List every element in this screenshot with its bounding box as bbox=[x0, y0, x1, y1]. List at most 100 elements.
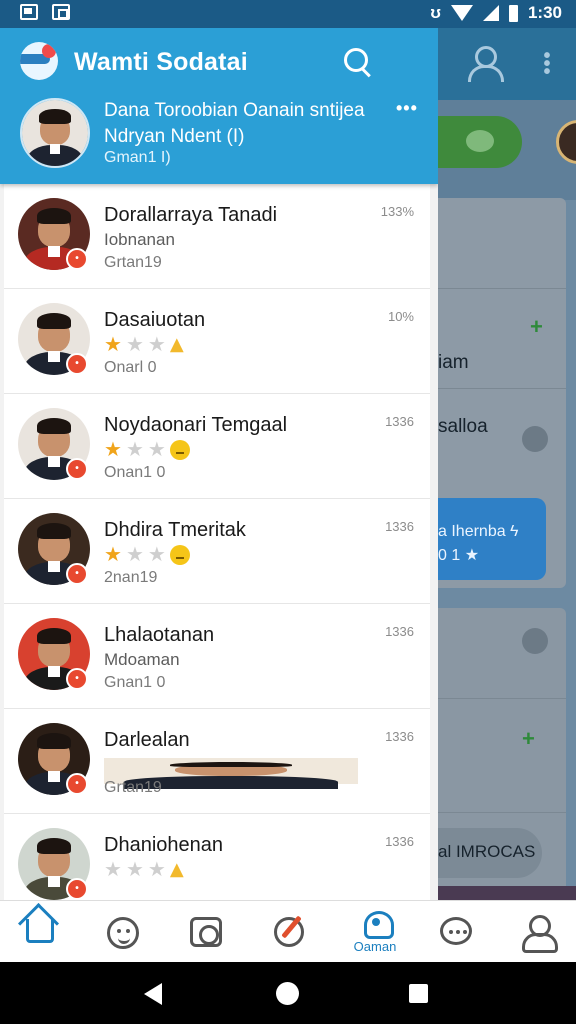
contact-row[interactable]: • Dasaiuotan 10% ★ ★ ★ ▲ Onarl 0 bbox=[4, 289, 430, 394]
star-empty-icon: ★ bbox=[125, 439, 144, 461]
add-icon[interactable]: + bbox=[522, 726, 535, 752]
overflow-menu-icon[interactable]: • • • bbox=[542, 46, 552, 82]
contact-name: Dasaiuotan bbox=[104, 309, 206, 331]
pen-icon bbox=[274, 917, 304, 947]
settings-icon[interactable] bbox=[522, 426, 548, 452]
contact-meta: 2nan19 bbox=[104, 569, 158, 586]
emoji-icon bbox=[169, 440, 190, 460]
star-empty-icon: ★ bbox=[147, 859, 166, 881]
contact-row[interactable]: • Dhaniohenan 1336 ★ ★ ★ ▲ bbox=[4, 814, 430, 900]
chat-pill-icon[interactable] bbox=[438, 116, 522, 168]
account-icon[interactable] bbox=[466, 46, 504, 82]
back-icon[interactable] bbox=[144, 983, 162, 1005]
contact-rating: ★ ★ ★ ▲ bbox=[104, 859, 184, 881]
star-empty-icon: ★ bbox=[104, 859, 122, 881]
screenshot-icon bbox=[52, 4, 70, 20]
contact-row[interactable]: • Noydaonari Temgaal 1336 ★ ★ ★ Onan1 0 bbox=[4, 394, 430, 499]
unread-badge: • bbox=[66, 878, 88, 900]
star-empty-icon: ★ bbox=[125, 859, 144, 881]
battery-icon bbox=[508, 4, 518, 22]
contact-time: 1336 bbox=[385, 729, 414, 744]
contact-name: Lhalaotanan bbox=[104, 624, 215, 646]
app-title: Wamti Sodatai bbox=[74, 48, 248, 76]
contact-meta: Onan1 0 bbox=[104, 464, 166, 481]
contact-meta: Onarl 0 bbox=[104, 359, 157, 376]
recent-apps-icon[interactable] bbox=[409, 984, 428, 1003]
settings-icon[interactable] bbox=[522, 628, 548, 654]
contact-rating: ★ ★ ★ bbox=[104, 545, 190, 565]
unread-badge: • bbox=[66, 248, 88, 270]
contact-name: Noydaonari Temgaal bbox=[104, 414, 288, 436]
nav-camera[interactable] bbox=[170, 901, 240, 963]
star-empty-icon: ★ bbox=[147, 544, 166, 566]
background-action-button[interactable]: a Ihernba ϟ 0 1 ★ bbox=[438, 498, 546, 580]
contact-time: 1336 bbox=[385, 414, 414, 429]
add-icon[interactable]: + bbox=[530, 314, 543, 340]
signal-icon bbox=[482, 5, 499, 21]
star-filled-icon: ★ bbox=[104, 544, 122, 566]
star-empty-icon: ★ bbox=[125, 544, 144, 566]
status-bar: ʊ 1:30 bbox=[0, 0, 576, 28]
navigation-drawer[interactable]: Wamti Sodatai Dana Toroobian Oanain snti… bbox=[0, 28, 438, 900]
profile-meta: Gman1 I) bbox=[104, 149, 171, 166]
contact-time: 1336 bbox=[385, 834, 414, 849]
bottom-navigation: Oaman bbox=[0, 900, 576, 962]
star-filled-icon: ★ bbox=[104, 439, 122, 461]
nav-chat[interactable] bbox=[420, 901, 490, 963]
sync-icon: ʊ bbox=[430, 3, 441, 22]
nav-profile[interactable] bbox=[500, 901, 570, 963]
camera-icon bbox=[190, 917, 222, 947]
bell-icon: ▲ bbox=[169, 859, 184, 880]
background-strip bbox=[438, 886, 576, 900]
nav-oman[interactable]: Oaman bbox=[340, 901, 410, 963]
contact-meta: Grtan19 bbox=[104, 779, 162, 796]
nav-pen[interactable] bbox=[254, 901, 324, 963]
profile-name: Dana Toroobian Oanain sntijea bbox=[104, 100, 365, 121]
status-time: 1:30 bbox=[527, 3, 562, 22]
app-logo-icon bbox=[20, 42, 58, 80]
background-button-line1: a Ihernba ϟ bbox=[438, 523, 519, 540]
bell-icon: ▲ bbox=[169, 334, 184, 355]
nav-smiley[interactable] bbox=[87, 901, 157, 963]
contact-meta: Gnan1 0 bbox=[104, 674, 166, 691]
background-chip[interactable]: al IMROCAS bbox=[438, 828, 542, 878]
background-app[interactable]: • • • + iam salloa a Ihernba ϟ 0 1 ★ + al … bbox=[438, 28, 576, 900]
contact-subtitle: Iobnanan bbox=[104, 230, 175, 249]
profile-subtitle: Ndryan Ndent (I) bbox=[104, 126, 245, 147]
home-button-icon[interactable] bbox=[276, 982, 299, 1005]
system-navigation-bar bbox=[0, 962, 576, 1024]
background-item-a: iam bbox=[438, 352, 469, 373]
contact-name: Dorallarraya Tanadi bbox=[104, 204, 278, 226]
contact-row[interactable]: • Lhalaotanan 1336 Mdoaman Gnan1 0 bbox=[4, 604, 430, 709]
contact-name: Dhaniohenan bbox=[104, 834, 223, 856]
user-icon bbox=[522, 915, 558, 953]
background-item-b: salloa bbox=[438, 416, 488, 437]
background-header: • • • bbox=[438, 28, 576, 100]
wifi-icon bbox=[450, 5, 473, 21]
star-empty-icon: ★ bbox=[125, 334, 144, 356]
oman-icon bbox=[364, 909, 394, 939]
contact-name: Darlealan bbox=[104, 729, 190, 751]
contact-time: 1336 bbox=[385, 519, 414, 534]
star-filled-icon: ★ bbox=[104, 334, 122, 356]
contact-subtitle: Mdoaman bbox=[104, 650, 180, 669]
unread-badge: • bbox=[66, 773, 88, 795]
unread-badge: • bbox=[66, 563, 88, 585]
unread-badge: • bbox=[66, 668, 88, 690]
nav-oman-label: Oaman bbox=[353, 939, 397, 954]
contact-name: Dhdira Tmeritak bbox=[104, 519, 246, 541]
mini-avatar bbox=[104, 758, 359, 789]
star-empty-icon: ★ bbox=[147, 439, 166, 461]
contact-row[interactable]: • Dhdira Tmeritak 1336 ★ ★ ★ 2nan19 bbox=[4, 499, 430, 604]
chat-icon bbox=[440, 917, 472, 945]
more-options-icon[interactable]: ••• bbox=[396, 98, 418, 119]
contact-row[interactable]: • Dorallarraya Tanadi 133% Iobnanan Grtan19 bbox=[4, 184, 430, 289]
contact-row[interactable]: •Darlealan13368148Whineenl StondeanGrtan… bbox=[4, 709, 430, 814]
notification-icon bbox=[20, 4, 38, 20]
contact-list[interactable]: • Dorallarraya Tanadi 133% Iobnanan Grtan19… bbox=[4, 184, 430, 900]
smiley-icon bbox=[107, 917, 139, 949]
unread-badge: • bbox=[66, 353, 88, 375]
search-icon[interactable] bbox=[342, 46, 374, 78]
profile-avatar[interactable] bbox=[20, 98, 90, 168]
nav-home[interactable] bbox=[4, 901, 74, 963]
